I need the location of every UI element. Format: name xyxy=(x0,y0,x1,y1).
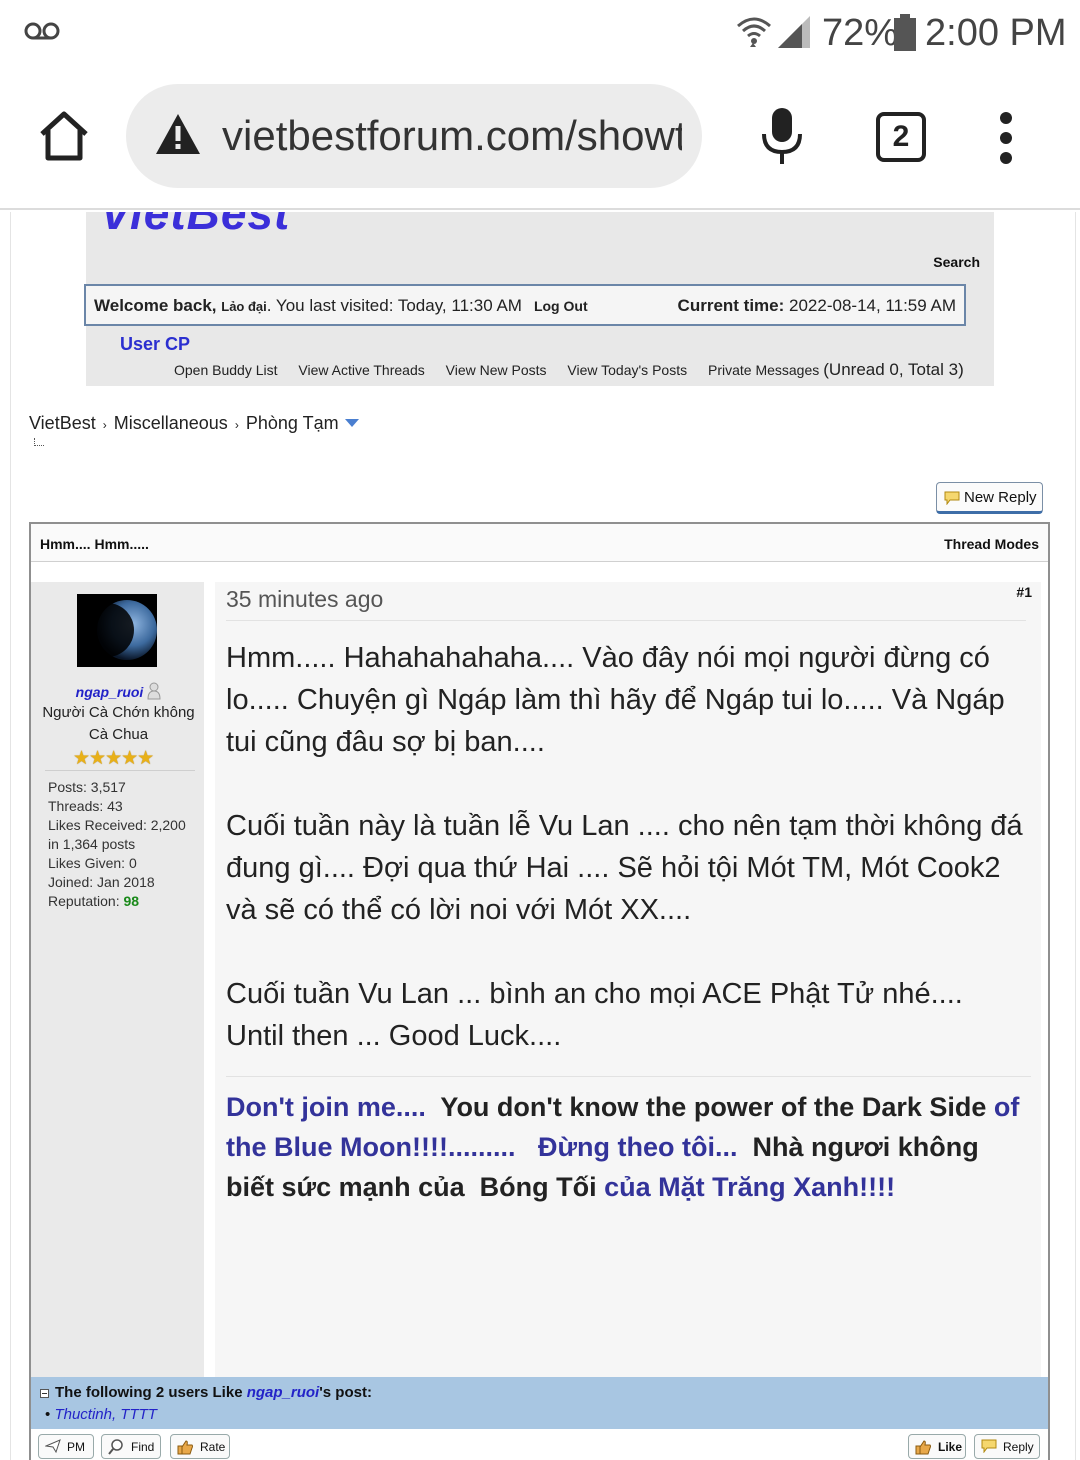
thread-container: Hmm.... Hmm..... Thread Modes ngap_ruoi … xyxy=(29,522,1050,1460)
nav-view-todays-posts[interactable]: View Today's Posts xyxy=(567,362,687,378)
microphone-icon[interactable] xyxy=(760,106,804,166)
collapse-icon[interactable] xyxy=(40,1389,49,1398)
offline-user-icon xyxy=(147,682,161,700)
welcome-prefix: Welcome back, xyxy=(94,296,217,315)
breadcrumb-separator: › xyxy=(102,418,107,432)
search-link[interactable]: Search xyxy=(933,254,980,270)
post-paragraph: Cuối tuần Vu Lan ... bình an cho mọi ACE… xyxy=(226,978,963,1052)
breadcrumb-separator: › xyxy=(234,418,239,432)
find-button[interactable]: Find xyxy=(101,1434,161,1459)
tab-switcher-button[interactable]: 2 xyxy=(876,112,926,162)
magnifier-icon xyxy=(108,1439,123,1455)
new-reply-label: New Reply xyxy=(964,489,1037,506)
divider xyxy=(226,620,1026,621)
breadcrumb: VietBest › Miscellaneous › Phòng Tạm xyxy=(29,413,359,434)
post-message: Hmm..... Hahahahahaha.... Vào đây nói mọ… xyxy=(226,637,1026,1099)
tree-line-icon xyxy=(34,438,44,446)
thumbs-up-icon xyxy=(177,1440,193,1455)
forum-header: VietBest Search Welcome back, Lảo đại. Y… xyxy=(84,212,994,386)
warning-icon[interactable] xyxy=(154,112,202,156)
rate-button[interactable]: Rate xyxy=(170,1434,230,1459)
thread-header: Hmm.... Hmm..... Thread Modes xyxy=(31,524,1048,562)
stat-reputation: Reputation: 98 xyxy=(48,893,140,909)
speech-bubble-icon xyxy=(981,1439,997,1453)
more-options-icon[interactable] xyxy=(996,112,1016,164)
rank-stars-icon: ★★★★★ xyxy=(73,748,154,769)
clock: 2:00 PM xyxy=(925,12,1067,54)
breadcrumb-vietbest[interactable]: VietBest xyxy=(29,413,96,433)
nav-view-active-threads[interactable]: View Active Threads xyxy=(298,362,424,378)
likes-summary: The following 2 users Like ngap_ruoi's p… xyxy=(40,1384,372,1401)
stat-likes-posts: in 1,364 posts xyxy=(48,836,136,852)
logout-link[interactable]: Log Out xyxy=(534,298,588,314)
post-date: 35 minutes ago xyxy=(226,586,384,612)
address-bar[interactable]: vietbestforum.com/showthread xyxy=(126,84,702,188)
post-button-bar: PM Find Rate Like Reply xyxy=(31,1429,1048,1460)
new-reply-button[interactable]: New Reply xyxy=(936,482,1043,514)
thumbs-up-icon xyxy=(915,1440,931,1455)
home-icon[interactable] xyxy=(36,108,92,164)
current-time: Current time: 2022-08-14, 11:59 AM xyxy=(678,296,956,316)
battery-percentage: 72% xyxy=(822,12,899,54)
signature: Don't join me.... You don't know the pow… xyxy=(226,1092,1020,1202)
site-logo[interactable]: VietBest xyxy=(100,212,290,240)
status-bar: 72% 2:00 PM xyxy=(0,0,1080,68)
thread-modes-link[interactable]: Thread Modes xyxy=(944,536,1039,552)
user-title: Người Cà Chớn không Cà Chua xyxy=(42,704,195,743)
breadcrumb-miscellaneous[interactable]: Miscellaneous xyxy=(114,413,228,433)
pm-button[interactable]: PM xyxy=(38,1434,94,1459)
likes-users: • Thuctinh, TTTT xyxy=(45,1406,157,1423)
welcome-box: Welcome back, Lảo đại. You last visited:… xyxy=(84,284,966,326)
reply-button[interactable]: Reply xyxy=(974,1434,1040,1459)
stat-posts: Posts: 3,517 xyxy=(48,779,126,795)
browser-toolbar: vietbestforum.com/showthread 2 xyxy=(0,68,1080,210)
web-page: VietBest Search Welcome back, Lảo đại. Y… xyxy=(0,212,1080,1460)
stat-likes-given: Likes Given: 0 xyxy=(48,855,137,871)
post-paragraph: Hmm..... Hahahahahaha.... Vào đây nói mọ… xyxy=(226,642,1005,758)
thread-title: Hmm.... Hmm..... xyxy=(40,536,149,552)
breadcrumb-dropdown-icon[interactable] xyxy=(344,419,359,427)
like-button[interactable]: Like xyxy=(908,1434,966,1459)
likes-users-links[interactable]: Thuctinh, TTTT xyxy=(54,1406,157,1423)
stat-threads: Threads: 43 xyxy=(48,798,123,814)
battery-icon xyxy=(894,14,916,51)
user-stats: Posts: 3,517 Threads: 43 Likes Received:… xyxy=(48,778,186,911)
url-text[interactable]: vietbestforum.com/showthread xyxy=(222,112,682,160)
signal-icon xyxy=(778,16,810,48)
current-username[interactable]: Lảo đại xyxy=(221,299,267,314)
current-time-label: Current time: xyxy=(677,296,785,315)
current-time-value: 2022-08-14, 11:59 AM xyxy=(789,296,956,315)
post-paragraph: Cuối tuần này là tuần lễ Vu Lan .... cho… xyxy=(226,810,1023,926)
stat-likes-received: Likes Received: 2,200 xyxy=(48,817,186,833)
post-number-link[interactable]: #1 xyxy=(1016,584,1032,600)
avatar[interactable] xyxy=(77,594,157,667)
user-cp-link[interactable]: User CP xyxy=(120,334,190,355)
voicemail-icon xyxy=(24,22,60,40)
nav-view-new-posts[interactable]: View New Posts xyxy=(446,362,547,378)
post-content: 35 minutes ago #1 Hmm..... Hahahahahaha.… xyxy=(215,582,1041,1377)
nav-open-buddy-list[interactable]: Open Buddy List xyxy=(174,362,278,378)
likes-username-link[interactable]: ngap_ruoi xyxy=(247,1384,320,1401)
welcome-message: Welcome back, Lảo đại. You last visited:… xyxy=(94,296,588,316)
breadcrumb-phong-tam[interactable]: Phòng Tạm xyxy=(246,413,339,433)
nav-private-messages[interactable]: Private Messages xyxy=(708,362,819,378)
post-username-text[interactable]: ngap_ruoi xyxy=(76,684,144,700)
last-visited: . You last visited: Today, 11:30 AM xyxy=(266,296,522,315)
wifi-icon xyxy=(737,17,771,47)
post-username[interactable]: ngap_ruoi xyxy=(31,682,206,700)
pm-count: (Unread 0, Total 3) xyxy=(823,360,964,379)
user-nav-links: Open Buddy List View Active Threads View… xyxy=(174,360,964,380)
signature-divider xyxy=(226,1076,1031,1077)
post-user-info: ngap_ruoi Người Cà Chớn không Cà Chua ★★… xyxy=(31,582,206,1377)
speech-bubble-icon xyxy=(944,491,960,505)
divider xyxy=(45,770,195,771)
likes-bar: The following 2 users Like ngap_ruoi's p… xyxy=(31,1377,1048,1429)
stat-joined: Joined: Jan 2018 xyxy=(48,874,155,890)
paper-plane-icon xyxy=(45,1439,61,1453)
moon-avatar-image xyxy=(77,594,157,667)
